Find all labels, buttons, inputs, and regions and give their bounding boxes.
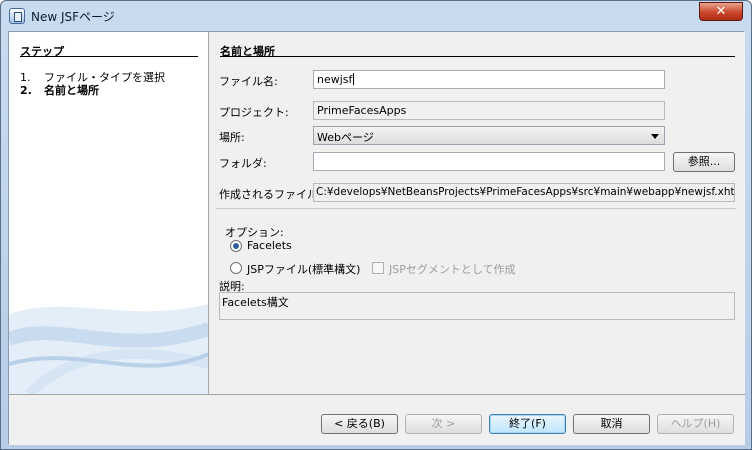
text-caret [353,73,355,85]
step-label: 名前と場所 [44,84,99,97]
location-selected-value: Webページ [317,131,374,144]
description-box: Facelets構文 [219,292,735,320]
help-button[interactable]: ヘルプ(H) [657,414,734,434]
created-file-label: 作成されるファイル: [219,188,322,201]
dialog-body: ステップ 1. ファイル・タイプを選択 2. 名前と場所 名前と場所 ファイル名: … [8,31,745,445]
steps-panel: ステップ 1. ファイル・タイプを選択 2. 名前と場所 [9,32,209,394]
location-select[interactable]: Webページ [313,126,665,145]
cancel-button[interactable]: 取消 [573,414,650,434]
step-item-current: 2. 名前と場所 [20,82,99,98]
file-name-label: ファイル名: [219,75,278,88]
browse-button[interactable]: 参照... [673,152,735,172]
next-button[interactable]: 次 > [405,414,482,434]
step-number: 2. [20,84,32,97]
title-bar: New JSFページ ✕ [1,1,751,31]
chevron-down-icon [651,134,659,139]
back-button[interactable]: < 戻る(B) [321,414,398,434]
finish-button[interactable]: 終了(F) [489,414,566,434]
close-button[interactable]: ✕ [699,2,743,21]
options-divider [216,208,736,209]
created-file-field: C:¥develops¥NetBeansProjects¥PrimeFacesA… [313,183,735,202]
window-title: New JSFページ [31,10,115,24]
options-label: オプション: [225,226,284,239]
name-location-panel: 名前と場所 ファイル名: newjsf プロジェクト: PrimeFacesAp… [209,32,745,394]
app-icon [9,8,25,24]
facelets-radio[interactable] [230,240,242,252]
file-name-input[interactable]: newjsf [313,70,665,89]
dialog-footer: < 戻る(B) 次 > 終了(F) 取消 ヘルプ(H) [9,394,745,445]
project-label: プロジェクト: [219,106,289,119]
jsp-segment-label: JSPセグメントとして作成 [389,263,516,276]
jsp-segment-checkbox[interactable] [372,262,384,274]
facelets-label: Facelets [247,239,292,252]
folder-label: フォルダ: [219,157,267,170]
project-field: PrimeFacesApps [313,101,665,120]
file-name-value: newjsf [317,73,353,86]
decorative-swoosh-graphic [9,304,208,394]
steps-divider [20,56,198,57]
jsp-file-radio[interactable] [230,262,242,274]
jsp-file-label: JSPファイル(標準構文) [247,263,361,276]
folder-input[interactable] [313,152,665,171]
section-divider [220,56,735,57]
dialog-window: New JSFページ ✕ ステップ 1. ファイル・タイプを選択 2. 名前と場所 … [0,0,752,450]
location-label: 場所: [219,131,245,144]
